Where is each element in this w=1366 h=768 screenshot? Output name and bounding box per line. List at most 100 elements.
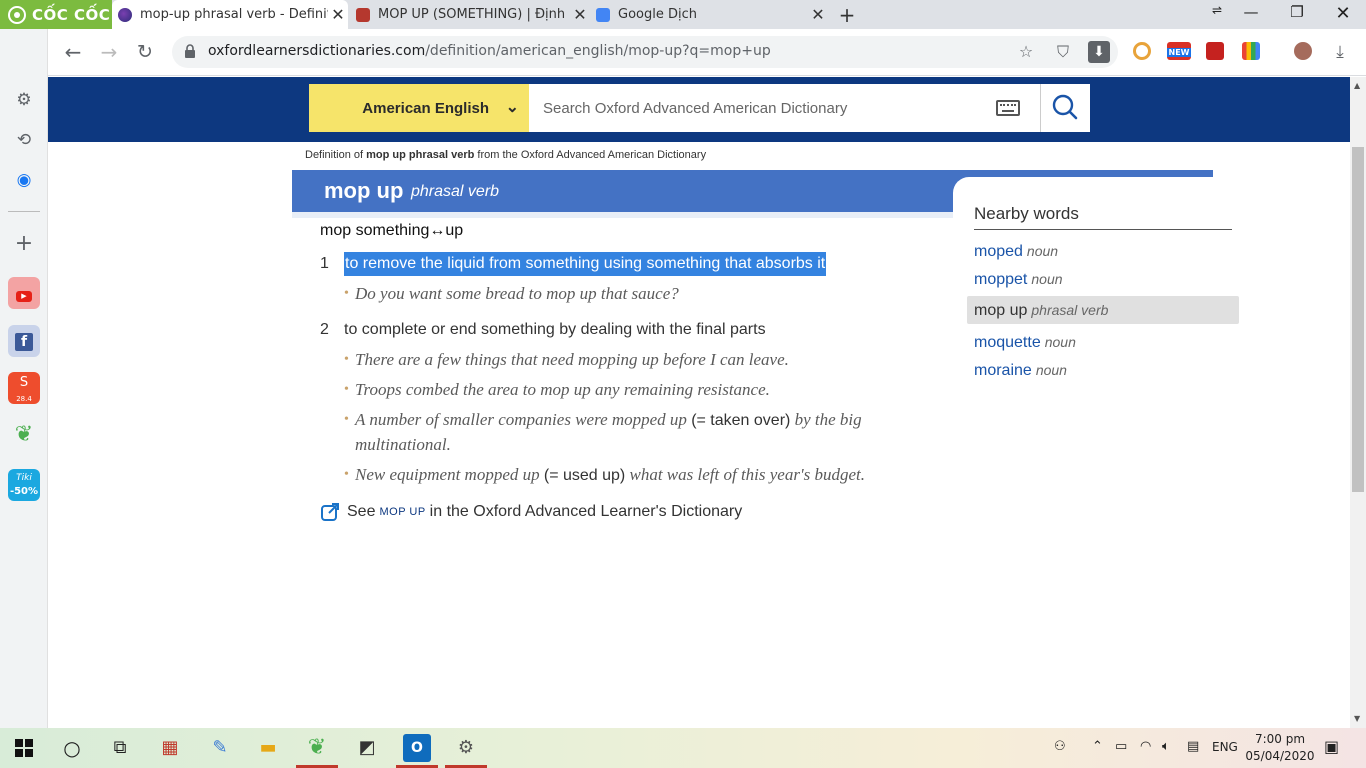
- tab-cambridge[interactable]: MOP UP (SOMETHING) | Định ✕: [350, 0, 590, 29]
- sticky-notes-icon[interactable]: ◩: [353, 734, 381, 762]
- wifi-icon[interactable]: ◠: [1140, 739, 1151, 754]
- tab-title: Google Dịch: [618, 7, 697, 22]
- tiki-icon[interactable]: Tiki -50%: [8, 469, 40, 501]
- coccoc-leaf-icon[interactable]: ❦: [8, 419, 40, 451]
- shopee-bag-icon: S: [19, 375, 29, 390]
- page-scrollbar[interactable]: ▲ ▼: [1350, 77, 1366, 728]
- breadcrumb-suffix: from the Oxford Advanced American Dictio…: [474, 149, 707, 161]
- example-sentence: There are a few things that need mopping…: [344, 348, 940, 372]
- lock-icon: [185, 44, 195, 58]
- search-circle-icon[interactable]: ○: [58, 734, 86, 762]
- youtube-icon[interactable]: ▶: [8, 277, 40, 309]
- extension-color-icon[interactable]: [1242, 42, 1260, 60]
- browser-toolbar: ▣ ← → ↻ oxfordlearnersdictionaries.com/d…: [0, 29, 1366, 76]
- tab-oxford[interactable]: mop-up phrasal verb - Definiti ✕: [112, 0, 348, 29]
- extension-red-icon[interactable]: [1206, 42, 1224, 60]
- sense-number: 2: [320, 321, 329, 338]
- nearby-word: moquette: [974, 334, 1041, 351]
- example-sentence: A number of smaller companies were moppe…: [344, 408, 940, 457]
- dictionary-select[interactable]: American English ⌄: [309, 84, 529, 132]
- shopee-icon[interactable]: S 28.4: [8, 372, 40, 404]
- dictionary-select-label: American English: [362, 99, 489, 117]
- shopee-badge: 28.4: [16, 395, 32, 403]
- bookmark-star-icon[interactable]: ☆: [1015, 41, 1037, 63]
- nearby-word-pos: phrasal verb: [1031, 302, 1109, 318]
- messenger-icon[interactable]: ◉: [8, 164, 40, 196]
- restore-button[interactable]: ❐: [1282, 3, 1312, 21]
- tab-search-icon[interactable]: ⇌: [1202, 3, 1232, 17]
- downloads-icon[interactable]: ⤓: [1329, 41, 1351, 63]
- forward-button[interactable]: →: [98, 41, 120, 63]
- example-sentence: Troops combed the area to mop up any rem…: [344, 378, 940, 402]
- facebook-icon[interactable]: f: [8, 325, 40, 357]
- part-of-speech: phrasal verb: [411, 183, 500, 200]
- people-icon[interactable]: ⚇: [1054, 739, 1066, 754]
- brand-label: CỐC CỐC: [32, 5, 111, 24]
- taskbar-coccoc-icon[interactable]: ❦: [303, 734, 331, 762]
- input-language[interactable]: ENG: [1212, 740, 1238, 754]
- windows-start-button[interactable]: [10, 734, 38, 762]
- back-button[interactable]: ←: [62, 41, 84, 63]
- tray-chevron-up-icon[interactable]: ⌃: [1092, 739, 1103, 754]
- nearby-word-moppet[interactable]: moppet noun: [967, 265, 1239, 293]
- shield-icon[interactable]: ⛉: [1052, 41, 1074, 63]
- history-icon[interactable]: ⟲: [8, 124, 40, 156]
- tab-google-translate[interactable]: Google Dịch ✕: [590, 0, 828, 29]
- nearby-word-mop-up[interactable]: mop up phrasal verb: [967, 296, 1239, 324]
- keyboard-icon[interactable]: [996, 100, 1020, 116]
- profile-avatar[interactable]: [1294, 42, 1312, 60]
- extension-new-label: NEW: [1167, 48, 1191, 57]
- see-also-term[interactable]: MOP UP: [379, 506, 425, 518]
- search-icon: [1052, 94, 1078, 120]
- taskbar-app-paint-icon[interactable]: ✎: [206, 734, 234, 762]
- coccoc-logo-icon: [8, 5, 26, 24]
- tab-title: mop-up phrasal verb - Definiti: [140, 7, 328, 22]
- nearby-word-pos: noun: [1035, 362, 1067, 378]
- nearby-word-moraine[interactable]: moraine noun: [967, 356, 1239, 384]
- add-app-icon[interactable]: +: [8, 228, 40, 260]
- url-text: oxfordlearnersdictionaries.com/definitio…: [208, 43, 771, 59]
- clock-date: 05/04/2020: [1245, 749, 1315, 763]
- see-also-link[interactable]: See MOP UP in the Oxford Advanced Learne…: [320, 502, 742, 522]
- scroll-up-arrow-icon[interactable]: ▲: [1354, 81, 1360, 90]
- search-button[interactable]: [1041, 84, 1090, 132]
- close-window-button[interactable]: ✕: [1328, 3, 1358, 24]
- search-input[interactable]: [529, 84, 979, 132]
- settings-gear-icon[interactable]: ⚙: [8, 84, 40, 116]
- volume-icon[interactable]: 🔈︎: [1162, 739, 1170, 754]
- system-clock[interactable]: 7:00 pm 05/04/2020: [1244, 731, 1316, 765]
- address-bar[interactable]: oxfordlearnersdictionaries.com/definitio…: [172, 36, 1118, 68]
- reload-button[interactable]: ↻: [134, 41, 156, 63]
- new-tab-button[interactable]: +: [836, 3, 858, 27]
- close-tab-icon[interactable]: ✕: [808, 5, 828, 24]
- minimize-button[interactable]: —: [1236, 3, 1266, 21]
- tiki-label: Tiki: [16, 473, 32, 483]
- nearby-word-moquette[interactable]: moquette noun: [967, 328, 1239, 356]
- display-icon[interactable]: ▤: [1187, 739, 1199, 754]
- breadcrumb-term: mop up phrasal verb: [366, 149, 475, 161]
- file-explorer-icon[interactable]: ▬: [254, 734, 282, 762]
- nearby-word-pos: noun: [1031, 271, 1063, 287]
- nearby-word-pos: noun: [1026, 243, 1059, 259]
- page-content: American English ⌄ Definition of mop up …: [48, 77, 1350, 728]
- extension-chrome-icon[interactable]: [1133, 42, 1151, 60]
- notification-center-icon[interactable]: ▣: [1324, 737, 1339, 756]
- extension-new-icon[interactable]: NEW: [1167, 42, 1191, 60]
- download-page-icon[interactable]: ⬇: [1088, 41, 1110, 63]
- scrollbar-thumb[interactable]: [1352, 147, 1364, 492]
- coccoc-brand[interactable]: CỐC CỐC: [0, 0, 112, 29]
- sidebar-divider: [8, 211, 40, 212]
- close-tab-icon[interactable]: ✕: [328, 5, 348, 24]
- nearby-word-moped[interactable]: moped noun: [967, 237, 1239, 265]
- close-tab-icon[interactable]: ✕: [570, 5, 590, 24]
- outlook-icon[interactable]: O: [403, 734, 431, 762]
- nearby-words-divider: [974, 229, 1232, 230]
- taskbar-app-tool-icon[interactable]: ⚙: [452, 734, 480, 762]
- taskbar-app-calendar-icon[interactable]: ▦: [156, 734, 184, 762]
- battery-icon[interactable]: ▭: [1115, 739, 1127, 754]
- task-view-icon[interactable]: ⧉: [106, 734, 134, 762]
- sense-2: 2 to complete or end something by dealin…: [320, 318, 940, 488]
- nearby-word: moraine: [974, 362, 1032, 379]
- url-path: /definition/american_english/mop-up?q=mo…: [425, 43, 771, 59]
- scroll-down-arrow-icon[interactable]: ▼: [1354, 714, 1360, 723]
